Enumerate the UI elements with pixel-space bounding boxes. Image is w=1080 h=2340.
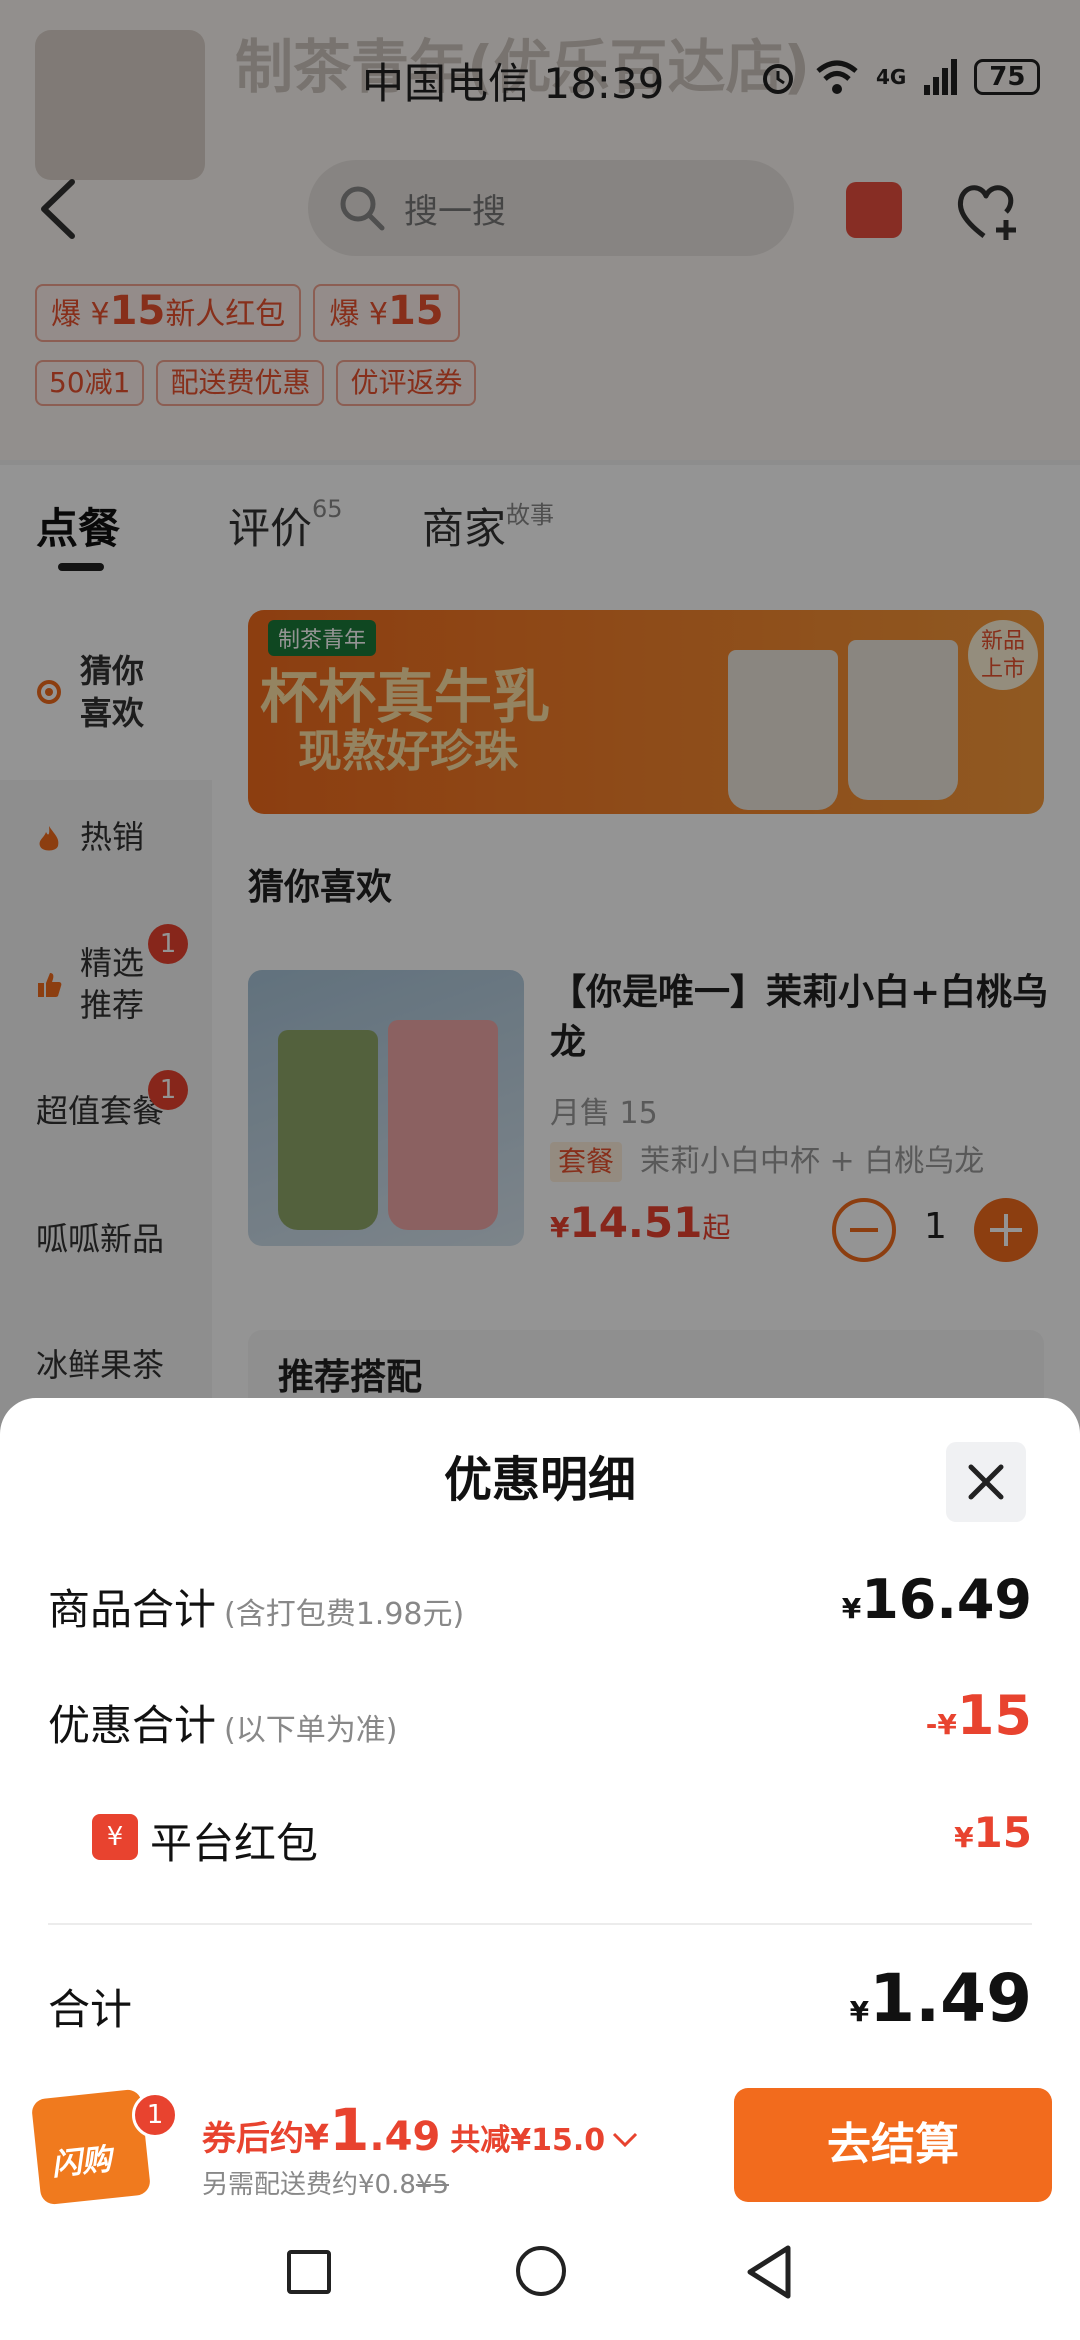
sheet-title: 优惠明细 [443,1452,636,1508]
total-label: 合计 [48,1985,133,2034]
checkout-bar: 闪购 1 券后约¥1.49 共减¥15.0 另需配送费约¥0.8¥5 去结算 [0,2064,1080,2214]
platform-red-packet-icon: ¥ [92,1814,138,1860]
cart-count-badge: 1 [132,2092,178,2138]
system-back-button[interactable] [744,2244,794,2300]
chevron-down-icon [613,2132,638,2148]
bag-label: 闪购 [49,2142,114,2184]
original-delivery-fee: ¥5 [415,2170,449,2200]
delivery-fee: 另需配送费约¥0.8¥5 [202,2170,449,2200]
discount-total-note: (以下单为准) [224,1713,398,1748]
platform-red-packet-value: ¥15 [954,1808,1032,1857]
triangle-back-icon [747,2245,791,2299]
shop-page: 制茶青年(优乐百达店) 搜一搜 爆 ¥15新人红包 爆 ¥15 50减1 配送费… [0,0,1080,2340]
after-coupon-price[interactable]: 券后约¥1.49 共减¥15.0 [202,2096,640,2164]
goods-total-note: (含打包费1.98元) [224,1597,465,1632]
system-nav-bar [0,2214,1080,2340]
goods-total-value: ¥16.49 [841,1568,1032,1631]
close-button[interactable] [946,1442,1026,1522]
discount-total-label: 优惠合计 (以下单为准) [48,1701,398,1750]
discount-total-value: -¥15 [925,1684,1032,1747]
platform-red-packet-label: 平台红包 [150,1819,319,1868]
goods-total-label: 商品合计 (含打包费1.98元) [48,1585,465,1634]
close-icon [968,1464,1004,1500]
total-value: ¥1.49 [849,1960,1032,2037]
recents-button[interactable] [287,2250,331,2294]
checkout-button[interactable]: 去结算 [734,2088,1052,2202]
divider [48,1923,1032,1925]
home-button[interactable] [516,2246,566,2296]
